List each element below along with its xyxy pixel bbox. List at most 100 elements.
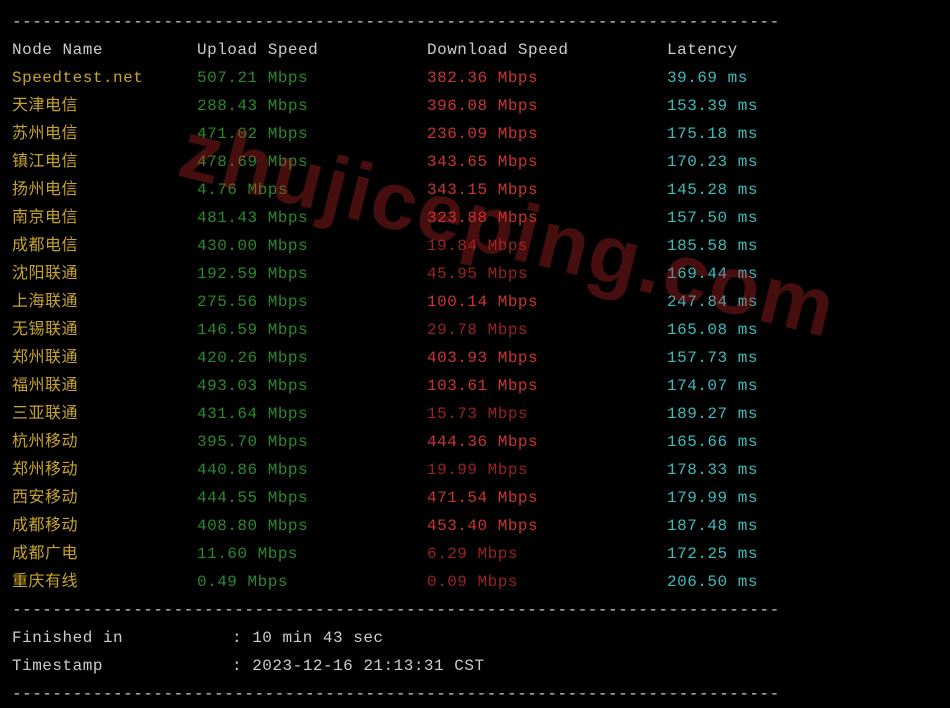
upload-speed: 11.60 Mbps: [197, 540, 427, 568]
download-speed: 453.40 Mbps: [427, 512, 667, 540]
node-name: 成都电信: [12, 232, 197, 260]
table-row: 西安移动444.55 Mbps471.54 Mbps179.99 ms: [12, 484, 938, 512]
node-name: 沈阳联通: [12, 260, 197, 288]
node-name: 成都移动: [12, 512, 197, 540]
upload-speed: 471.02 Mbps: [197, 120, 427, 148]
download-speed: 471.54 Mbps: [427, 484, 667, 512]
latency: 170.23 ms: [667, 148, 938, 176]
download-speed: 6.29 Mbps: [427, 540, 667, 568]
download-speed: 323.88 Mbps: [427, 204, 667, 232]
latency: 157.73 ms: [667, 344, 938, 372]
footer-timestamp: Timestamp : 2023-12-16 21:13:31 CST: [12, 652, 938, 680]
node-name: 天津电信: [12, 92, 197, 120]
table-row: 天津电信288.43 Mbps396.08 Mbps153.39 ms: [12, 92, 938, 120]
table-row: Speedtest.net507.21 Mbps382.36 Mbps39.69…: [12, 64, 938, 92]
upload-speed: 288.43 Mbps: [197, 92, 427, 120]
upload-speed: 481.43 Mbps: [197, 204, 427, 232]
table-row: 重庆有线0.49 Mbps0.09 Mbps206.50 ms: [12, 568, 938, 596]
download-speed: 19.84 Mbps: [427, 232, 667, 260]
upload-speed: 478.69 Mbps: [197, 148, 427, 176]
download-speed: 100.14 Mbps: [427, 288, 667, 316]
upload-speed: 430.00 Mbps: [197, 232, 427, 260]
table-row: 沈阳联通192.59 Mbps45.95 Mbps169.44 ms: [12, 260, 938, 288]
latency: 206.50 ms: [667, 568, 938, 596]
latency: 153.39 ms: [667, 92, 938, 120]
latency: 174.07 ms: [667, 372, 938, 400]
upload-speed: 275.56 Mbps: [197, 288, 427, 316]
header-row: Node Name Upload Speed Download Speed La…: [12, 36, 938, 64]
upload-speed: 493.03 Mbps: [197, 372, 427, 400]
table-row: 三亚联通431.64 Mbps15.73 Mbps189.27 ms: [12, 400, 938, 428]
latency: 169.44 ms: [667, 260, 938, 288]
table-row: 镇江电信478.69 Mbps343.65 Mbps170.23 ms: [12, 148, 938, 176]
download-speed: 0.09 Mbps: [427, 568, 667, 596]
finished-value: 10 min 43 sec: [252, 624, 383, 652]
download-speed: 19.99 Mbps: [427, 456, 667, 484]
header-node: Node Name: [12, 36, 197, 64]
latency: 157.50 ms: [667, 204, 938, 232]
upload-speed: 444.55 Mbps: [197, 484, 427, 512]
table-row: 成都移动408.80 Mbps453.40 Mbps187.48 ms: [12, 512, 938, 540]
node-name: 南京电信: [12, 204, 197, 232]
timestamp-value: 2023-12-16 21:13:31 CST: [252, 652, 484, 680]
divider-middle: ----------------------------------------…: [12, 596, 938, 624]
latency: 175.18 ms: [667, 120, 938, 148]
latency: 172.25 ms: [667, 540, 938, 568]
timestamp-label: Timestamp: [12, 652, 232, 680]
table-row: 成都电信430.00 Mbps19.84 Mbps185.58 ms: [12, 232, 938, 260]
node-name: 郑州联通: [12, 344, 197, 372]
upload-speed: 146.59 Mbps: [197, 316, 427, 344]
upload-speed: 507.21 Mbps: [197, 64, 427, 92]
finished-sep: :: [232, 624, 252, 652]
latency: 187.48 ms: [667, 512, 938, 540]
download-speed: 343.15 Mbps: [427, 176, 667, 204]
timestamp-sep: :: [232, 652, 252, 680]
node-name: 福州联通: [12, 372, 197, 400]
divider-top: ----------------------------------------…: [12, 8, 938, 36]
upload-speed: 431.64 Mbps: [197, 400, 427, 428]
table-row: 杭州移动395.70 Mbps444.36 Mbps165.66 ms: [12, 428, 938, 456]
upload-speed: 0.49 Mbps: [197, 568, 427, 596]
node-name: 郑州移动: [12, 456, 197, 484]
download-speed: 403.93 Mbps: [427, 344, 667, 372]
download-speed: 382.36 Mbps: [427, 64, 667, 92]
upload-speed: 408.80 Mbps: [197, 512, 427, 540]
upload-speed: 440.86 Mbps: [197, 456, 427, 484]
download-speed: 15.73 Mbps: [427, 400, 667, 428]
node-name: 成都广电: [12, 540, 197, 568]
latency: 39.69 ms: [667, 64, 938, 92]
table-row: 南京电信481.43 Mbps323.88 Mbps157.50 ms: [12, 204, 938, 232]
table-row: 扬州电信4.76 Mbps343.15 Mbps145.28 ms: [12, 176, 938, 204]
header-latency: Latency: [667, 36, 938, 64]
latency: 185.58 ms: [667, 232, 938, 260]
table-row: 上海联通275.56 Mbps100.14 Mbps247.84 ms: [12, 288, 938, 316]
node-name: 扬州电信: [12, 176, 197, 204]
upload-speed: 4.76 Mbps: [197, 176, 427, 204]
node-name: 苏州电信: [12, 120, 197, 148]
table-row: 郑州联通420.26 Mbps403.93 Mbps157.73 ms: [12, 344, 938, 372]
latency: 145.28 ms: [667, 176, 938, 204]
node-name: 重庆有线: [12, 568, 197, 596]
upload-speed: 192.59 Mbps: [197, 260, 427, 288]
latency: 247.84 ms: [667, 288, 938, 316]
node-name: 无锡联通: [12, 316, 197, 344]
table-row: 无锡联通146.59 Mbps29.78 Mbps165.08 ms: [12, 316, 938, 344]
node-name: 镇江电信: [12, 148, 197, 176]
node-name: 杭州移动: [12, 428, 197, 456]
download-speed: 444.36 Mbps: [427, 428, 667, 456]
latency: 165.08 ms: [667, 316, 938, 344]
header-upload: Upload Speed: [197, 36, 427, 64]
download-speed: 103.61 Mbps: [427, 372, 667, 400]
upload-speed: 420.26 Mbps: [197, 344, 427, 372]
table-row: 苏州电信471.02 Mbps236.09 Mbps175.18 ms: [12, 120, 938, 148]
node-name: 西安移动: [12, 484, 197, 512]
node-name: 三亚联通: [12, 400, 197, 428]
latency: 165.66 ms: [667, 428, 938, 456]
latency: 179.99 ms: [667, 484, 938, 512]
latency: 178.33 ms: [667, 456, 938, 484]
download-speed: 396.08 Mbps: [427, 92, 667, 120]
node-name: Speedtest.net: [12, 64, 197, 92]
table-row: 成都广电11.60 Mbps6.29 Mbps172.25 ms: [12, 540, 938, 568]
latency: 189.27 ms: [667, 400, 938, 428]
finished-label: Finished in: [12, 624, 232, 652]
